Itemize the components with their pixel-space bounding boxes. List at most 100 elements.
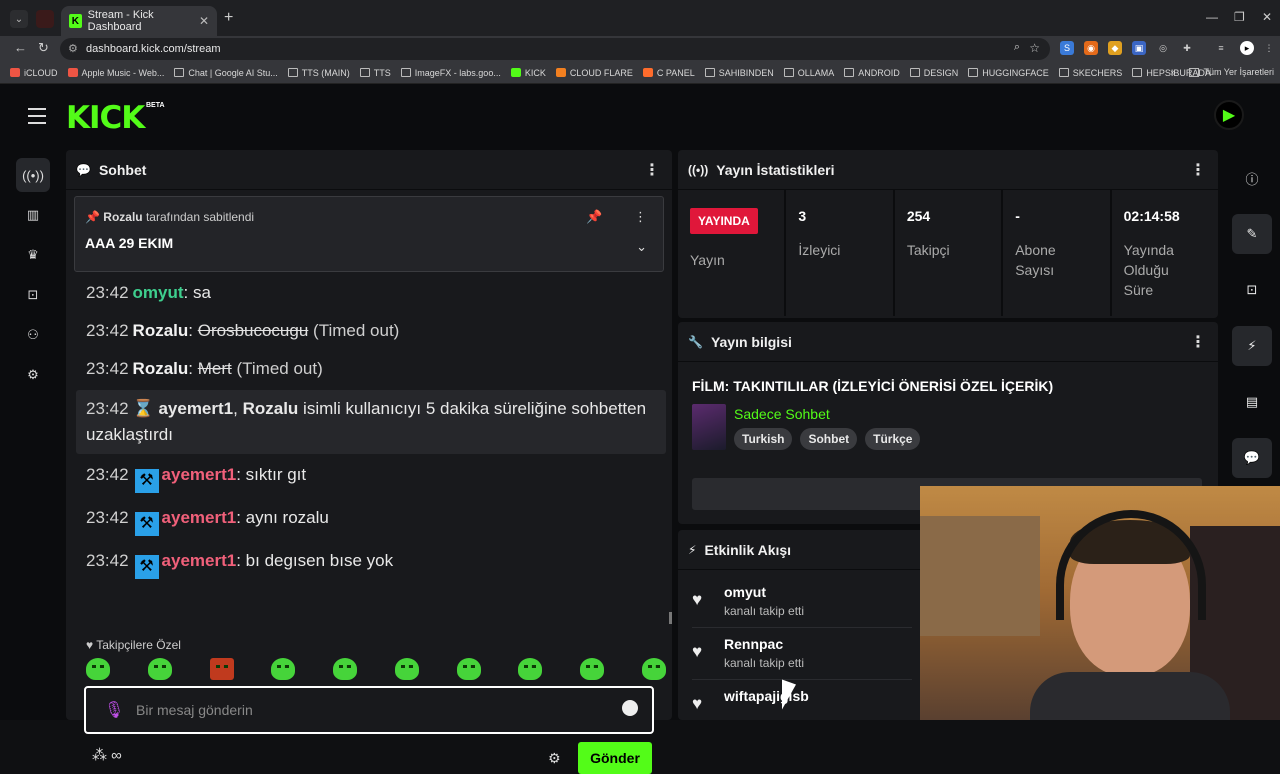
active-tab[interactable]: K Stream - Kick Dashboard ✕	[61, 6, 217, 36]
emote-row	[86, 658, 666, 680]
pinned-message[interactable]: 📌 Rozalu tarafından sabitlendi AAA 29 EK…	[74, 196, 664, 272]
all-bookmarks[interactable]: » Tüm Yer İşaretleri	[1170, 67, 1274, 77]
bookmark[interactable]: Apple Music - Web...	[67, 68, 164, 78]
tag[interactable]: Türkçe	[865, 428, 921, 450]
bookmark-folder[interactable]: SAHIBINDEN	[704, 68, 774, 78]
notes-icon[interactable]: ▤	[1232, 382, 1272, 422]
chat-message[interactable]: 23:42 ⚒ ayemert1: aynı rozalu	[76, 499, 666, 542]
bookmark[interactable]: KICK	[510, 68, 546, 78]
chat-scrollbar[interactable]	[669, 612, 672, 624]
zoom-icon[interactable]: ⌕	[1014, 41, 1020, 54]
emote[interactable]	[271, 658, 296, 680]
info-menu-icon[interactable]: ⋮	[1190, 332, 1206, 352]
extensions-puzzle-icon[interactable]: ✚	[1180, 41, 1194, 55]
kick-logo[interactable]: KICK	[66, 100, 145, 136]
chat-icon[interactable]: 💬	[1232, 438, 1272, 478]
chrome-menu-icon[interactable]: ⋮	[1262, 41, 1276, 55]
profile-icon[interactable]: ▸	[1240, 41, 1254, 55]
pinned-tab[interactable]	[36, 10, 54, 28]
pinned-text: AAA 29 EKIM	[85, 235, 174, 251]
bookmark[interactable]: iCLOUD	[10, 68, 58, 78]
analytics-icon[interactable]: ▥	[16, 198, 50, 232]
tag[interactable]: Turkish	[734, 428, 793, 450]
send-button[interactable]: Gönder	[578, 742, 652, 774]
chat-settings-gear-icon[interactable]: ⚙	[548, 750, 561, 767]
minimize-icon[interactable]: —	[1206, 10, 1218, 24]
site-info-icon[interactable]: ⚙	[68, 42, 78, 55]
emote[interactable]	[333, 658, 358, 680]
chat-message[interactable]: 23:42 Rozalu: Orosbucocugu (Timed out)	[76, 312, 666, 350]
bookmark[interactable]: C PANEL	[642, 68, 695, 78]
activity-item[interactable]: ♥ omyut kanalı takip etti	[692, 576, 912, 628]
bookmark[interactable]: Chat | Google AI Stu...	[174, 68, 278, 78]
stats-menu-icon[interactable]: ⋮	[1190, 160, 1206, 180]
emote[interactable]	[147, 658, 172, 680]
microphone-icon[interactable]: 🎙	[104, 700, 124, 720]
category-thumbnail[interactable]	[692, 404, 726, 450]
bookmark-star-icon[interactable]: ☆	[1029, 41, 1040, 55]
clips-icon[interactable]: ⊡	[16, 278, 50, 312]
unpin-icon[interactable]: 📌	[586, 209, 602, 224]
bookmark-folder[interactable]: SKECHERS	[1058, 68, 1122, 78]
tag[interactable]: Sohbet	[800, 428, 858, 450]
chat-footer: ⁂ ∞	[92, 747, 122, 764]
activity-item[interactable]: ♥ Rennpac kanalı takip etti	[692, 628, 912, 680]
emote[interactable]	[209, 658, 234, 680]
folder-icon	[10, 68, 20, 77]
clip-icon[interactable]: ⊡	[1232, 270, 1272, 310]
close-window-icon[interactable]: ✕	[1262, 10, 1272, 24]
close-tab-icon[interactable]: ✕	[199, 14, 209, 28]
settings-gear-icon[interactable]: ⚙	[16, 358, 50, 392]
bookmark[interactable]: TTS	[359, 68, 391, 78]
bookmark-folder[interactable]: ANDROID	[844, 68, 900, 78]
chat-message[interactable]: 23:42 omyut: sa	[76, 274, 666, 312]
folder-icon	[1189, 67, 1200, 77]
bookmark[interactable]: ImageFX - labs.goo...	[400, 68, 501, 78]
infinity-icon[interactable]: ∞	[111, 747, 122, 764]
wrench-icon: 🔧	[688, 334, 703, 349]
bookmark[interactable]: TTS (MAIN)	[287, 68, 350, 78]
url-field[interactable]: ⚙ dashboard.kick.com/stream ⌕ ☆	[60, 38, 1050, 60]
emote[interactable]	[641, 658, 666, 680]
reload-icon[interactable]: ↻	[38, 40, 49, 56]
menu-hamburger-icon[interactable]	[28, 108, 46, 129]
chat-message[interactable]: 23:42 Rozalu: Mert (Timed out)	[76, 350, 666, 388]
chevron-down-icon[interactable]: ⌄	[636, 239, 647, 255]
chat-menu-icon[interactable]: ⋮	[644, 160, 660, 180]
bookmark-folder[interactable]: OLLAMA	[783, 68, 834, 78]
new-tab-icon[interactable]: +	[224, 9, 233, 27]
moderator-badge-icon: ⚒	[134, 469, 159, 493]
extension-icon[interactable]: ◉	[1084, 41, 1098, 55]
extension-icon[interactable]: ◎	[1156, 41, 1170, 55]
community-icon[interactable]: ⚇	[16, 318, 50, 352]
trophy-icon[interactable]: ♛	[16, 238, 50, 272]
emote[interactable]	[580, 658, 605, 680]
extension-icon[interactable]: S	[1060, 41, 1074, 55]
edit-pencil-icon[interactable]: ✎	[1232, 214, 1272, 254]
extension-icon[interactable]: ◆	[1108, 41, 1122, 55]
back-icon[interactable]: ←	[14, 40, 27, 55]
lightning-icon[interactable]: ⚡	[1232, 326, 1272, 366]
tab-search-icon[interactable]: ⌄	[10, 10, 28, 28]
chat-message[interactable]: 23:42 ⚒ ayemert1: bı degısen bıse yok	[76, 542, 666, 585]
user-avatar[interactable]: ▶	[1214, 100, 1244, 130]
bookmark-folder[interactable]: HUGGINGFACE	[968, 68, 1049, 78]
activity-item[interactable]: ♥ wiftapajigisb	[692, 680, 912, 732]
bookmark[interactable]: CLOUD FLARE	[555, 68, 633, 78]
emote[interactable]	[394, 658, 419, 680]
restore-icon[interactable]: ❐	[1234, 10, 1245, 24]
chat-input[interactable]: 🎙 Bir mesaj gönderin	[84, 686, 654, 734]
emote[interactable]	[456, 658, 481, 680]
category-link[interactable]: Sadece Sohbet	[734, 406, 830, 422]
info-icon[interactable]: ⓘ	[1232, 158, 1272, 198]
pin-menu-icon[interactable]: ⋮	[634, 209, 647, 224]
stream-broadcast-icon[interactable]: ((•))	[16, 158, 50, 192]
more-bookmarks-icon[interactable]: »	[1170, 67, 1175, 77]
extension-icon[interactable]: ▣	[1132, 41, 1146, 55]
media-control-icon[interactable]: ≡	[1214, 41, 1228, 55]
emote[interactable]	[518, 658, 543, 680]
emoji-picker-icon[interactable]	[622, 700, 638, 716]
emote[interactable]	[86, 658, 110, 680]
bookmark-folder[interactable]: DESIGN	[909, 68, 958, 78]
chat-message[interactable]: 23:42 ⚒ ayemert1: sıktır gıt	[76, 456, 666, 499]
